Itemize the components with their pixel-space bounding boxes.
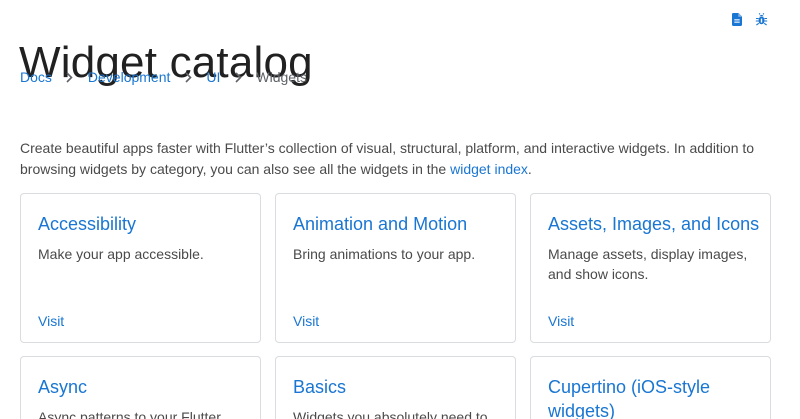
page-actions (730, 12, 768, 26)
chevron-right-icon (233, 70, 243, 84)
breadcrumb-ui[interactable]: UI (206, 68, 220, 86)
card-title[interactable]: Animation and Motion (293, 212, 508, 236)
category-card-basics[interactable]: Basics Widgets you absolutely need to (275, 356, 516, 419)
intro-suffix: . (527, 161, 532, 177)
card-visit-link[interactable]: Visit (38, 312, 64, 330)
breadcrumb-development[interactable]: Development (88, 68, 171, 86)
category-card-assets-images-icons[interactable]: Assets, Images, and Icons Manage assets,… (530, 193, 771, 343)
card-title[interactable]: Cupertino (iOS-style widgets) (548, 375, 763, 419)
document-icon[interactable] (730, 12, 744, 26)
card-title[interactable]: Async (38, 375, 253, 399)
card-visit-link[interactable]: Visit (293, 312, 319, 330)
card-description: Manage assets, display images, and show … (548, 246, 748, 282)
intro-text: Create beautiful apps faster with Flutte… (20, 140, 755, 177)
category-card-cupertino[interactable]: Cupertino (iOS-style widgets) (530, 356, 771, 419)
card-title[interactable]: Accessibility (38, 212, 253, 236)
category-card-animation-and-motion[interactable]: Animation and Motion Bring animations to… (275, 193, 516, 343)
breadcrumb: Docs Development UI Widgets (20, 68, 307, 86)
chevron-right-icon (65, 70, 75, 84)
card-description: Make your app accessible. (38, 246, 204, 262)
intro-paragraph: Create beautiful apps faster with Flutte… (20, 138, 780, 180)
category-card-async[interactable]: Async Async patterns to your Flutter (20, 356, 261, 419)
breadcrumb-widgets: Widgets (256, 69, 307, 85)
page: Widget catalog Docs Development UI Widge… (0, 0, 800, 419)
chevron-right-icon (183, 70, 193, 84)
card-title[interactable]: Assets, Images, and Icons (548, 212, 763, 236)
card-description: Async patterns to your Flutter (38, 409, 221, 419)
card-visit-link[interactable]: Visit (548, 312, 574, 330)
widget-index-link[interactable]: widget index (450, 161, 528, 177)
breadcrumb-docs[interactable]: Docs (20, 68, 52, 86)
card-description: Widgets you absolutely need to (293, 409, 488, 419)
category-card-accessibility[interactable]: Accessibility Make your app accessible. … (20, 193, 261, 343)
card-description: Bring animations to your app. (293, 246, 476, 262)
bug-icon[interactable] (754, 12, 768, 26)
card-title[interactable]: Basics (293, 375, 508, 399)
